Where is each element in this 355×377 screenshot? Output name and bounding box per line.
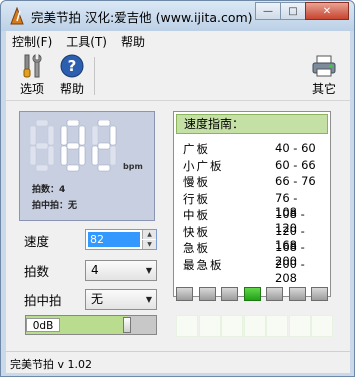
other-label: 其它 <box>311 82 336 96</box>
display-beats: 拍数：4 <box>32 185 66 195</box>
tempo-name: 行板 <box>183 191 210 206</box>
tempo-name: 小广板 <box>183 158 224 173</box>
chevron-down-icon: ▼ <box>145 295 152 304</box>
tempo-display: bpm 拍数：4 拍中拍：无 <box>19 111 155 221</box>
printer-icon <box>311 53 337 79</box>
speed-guide-panel: 速度指南： 广板 40 - 60 小广板 60 - 66 慢板 66 - 76 行板 76 -… <box>173 111 331 297</box>
led-segment <box>78 125 86 146</box>
subdivision-label: 拍中拍 <box>24 293 62 308</box>
tools-icon <box>19 53 45 79</box>
tempo-range: 66 - 76 <box>275 174 316 188</box>
toolbar: 选项 ? 帮助 其它 <box>6 51 350 101</box>
tempo-name: 慢板 <box>183 175 210 189</box>
subdivision-value: 无 <box>91 292 104 306</box>
beats-label: 拍数 <box>24 264 50 279</box>
menu-tools[interactable]: 工具(T) <box>66 33 107 50</box>
beat-light <box>176 287 193 301</box>
speed-guide-title: 速度指南： <box>176 114 328 134</box>
led-segment <box>97 120 111 127</box>
tempo-name: 广板 <box>183 142 210 156</box>
menu-bar: 控制(F) 工具(T) 帮助 <box>6 31 350 51</box>
client-area: 控制(F) 工具(T) 帮助 选项 ? 帮助 其它 bpm 拍数：4 拍中拍：无… <box>6 31 350 373</box>
led-segment <box>91 125 99 146</box>
beat-indicators <box>176 287 334 301</box>
menu-help[interactable]: 帮助 <box>121 33 145 50</box>
tempo-name: 中板 <box>183 208 210 222</box>
beat-pad <box>221 315 243 337</box>
svg-text:?: ? <box>68 57 77 75</box>
beat-light <box>288 287 306 301</box>
led-segment <box>60 125 68 146</box>
beats-value: 4 <box>91 263 99 277</box>
minimize-button[interactable]: — <box>255 2 281 20</box>
speed-label: 速度 <box>24 234 50 249</box>
help-icon: ? <box>59 53 85 79</box>
beat-pad <box>176 315 198 337</box>
speed-down-icon[interactable]: ▼ <box>142 240 156 249</box>
beat-pad <box>198 315 221 337</box>
speed-value[interactable]: 82 <box>88 232 140 247</box>
close-button[interactable]: ✕ <box>305 2 349 20</box>
menu-control[interactable]: 控制(F) <box>12 33 52 50</box>
options-label: 选项 <box>19 82 44 96</box>
beat-pad <box>266 315 288 337</box>
chevron-down-icon: ▼ <box>145 266 152 275</box>
volume-label: 0dB <box>26 318 60 332</box>
led-segment <box>35 164 49 172</box>
led-segment <box>66 142 80 150</box>
subdivision-select[interactable]: 无 ▼ <box>85 289 157 310</box>
led-segment <box>91 145 99 166</box>
led-segment <box>35 142 49 150</box>
beat-light <box>198 287 216 301</box>
app-window: 完美节拍 汉化:爱吉他 (www.ijita.com) — □ ✕ 控制(F) … <box>0 0 355 377</box>
tempo-name: 最急板 <box>183 257 224 272</box>
led-segment <box>47 125 55 146</box>
beat-light <box>266 287 283 301</box>
help-label: 帮助 <box>59 82 84 96</box>
toolbar-separator <box>94 57 95 95</box>
beat-pad <box>311 315 333 337</box>
options-button[interactable]: 选项 <box>14 53 50 97</box>
title-bar[interactable]: 完美节拍 汉化:爱吉他 (www.ijita.com) — □ ✕ <box>1 1 354 31</box>
maximize-button[interactable]: □ <box>280 2 306 20</box>
led-segment <box>97 142 111 150</box>
speed-up-icon[interactable]: ▲ <box>142 230 156 239</box>
display-subdivision: 拍中拍：无 <box>32 201 78 211</box>
help-button[interactable]: ? 帮助 <box>54 53 90 97</box>
led-segment <box>109 145 117 166</box>
beat-pad <box>288 315 311 337</box>
tempo-range: 40 - 60 <box>275 141 316 155</box>
status-bar: 完美节拍 v 1.02 <box>6 351 350 373</box>
volume-slider[interactable]: 0dB <box>25 315 157 335</box>
speed-stepper[interactable]: 82 ▲ ▼ <box>85 229 157 250</box>
metronome-app-icon <box>10 7 24 25</box>
beat-light <box>221 287 238 301</box>
tempo-name: 快板 <box>183 224 210 239</box>
beats-select[interactable]: 4 ▼ <box>85 260 157 281</box>
led-segment <box>66 120 80 127</box>
bpm-unit: bpm <box>123 162 143 171</box>
tempo-digits <box>30 120 117 172</box>
led-segment <box>97 164 111 172</box>
tempo-name: 急板 <box>183 241 210 255</box>
led-segment <box>30 145 37 166</box>
beat-pad <box>243 315 266 337</box>
led-segment <box>60 145 68 166</box>
beat-light <box>311 287 328 301</box>
tempo-range: 200 - 208 <box>275 256 305 285</box>
other-button[interactable]: 其它 <box>306 53 342 97</box>
led-segment <box>109 125 117 146</box>
led-segment <box>30 125 37 146</box>
led-segment <box>66 164 80 172</box>
led-segment <box>47 145 55 166</box>
beat-light <box>243 287 261 301</box>
volume-thumb[interactable] <box>123 317 132 333</box>
status-text: 完美节拍 v 1.02 <box>10 358 92 371</box>
window-title: 完美节拍 汉化:爱吉他 (www.ijita.com) <box>31 10 253 25</box>
tempo-range: 60 - 66 <box>275 157 316 172</box>
led-segment <box>35 120 49 127</box>
led-segment <box>78 145 86 166</box>
beat-pads <box>176 315 334 337</box>
